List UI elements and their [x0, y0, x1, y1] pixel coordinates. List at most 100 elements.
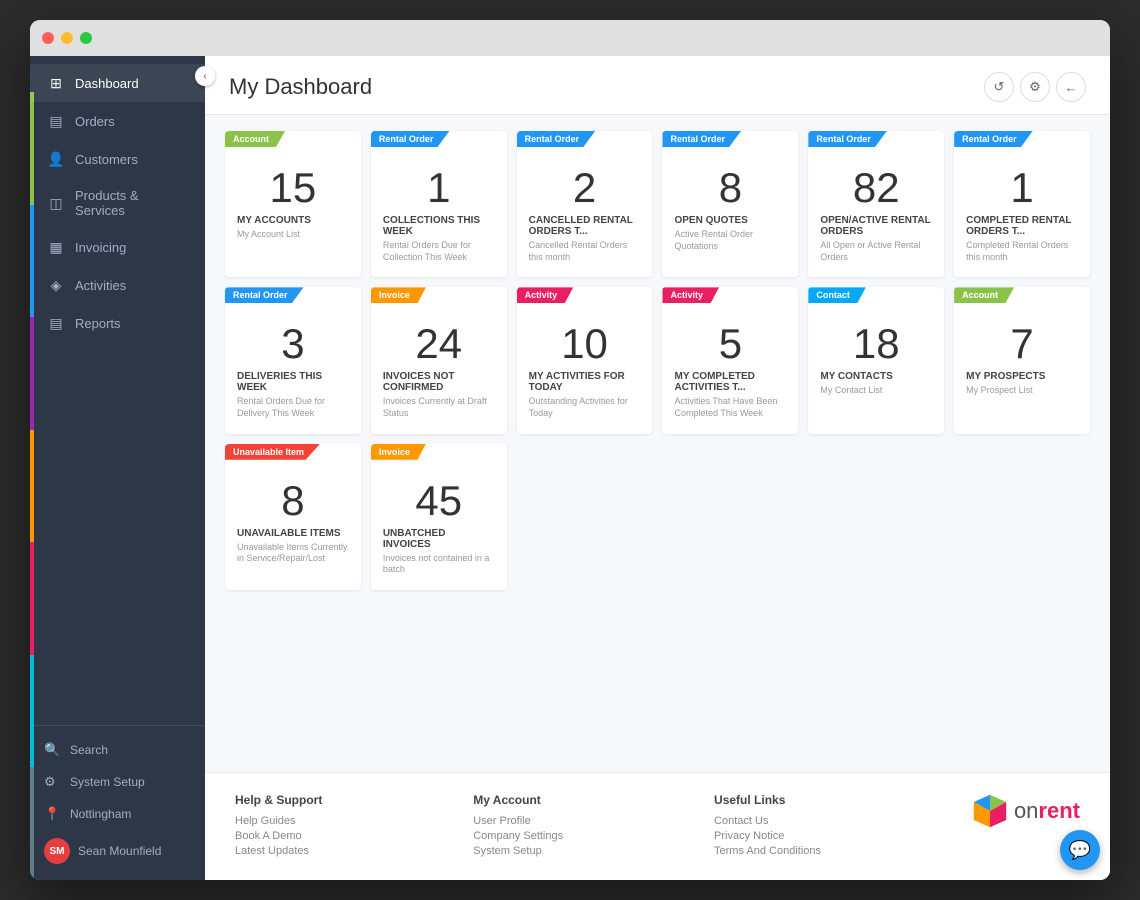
- card-title: MY CONTACTS: [820, 371, 932, 382]
- card-title: MY PROSPECTS: [966, 371, 1078, 382]
- sidebar-item-customers-label: Customers: [75, 152, 138, 167]
- refresh-button[interactable]: ↺: [984, 72, 1014, 102]
- card-subtitle: My Account List: [237, 229, 349, 241]
- card-subtitle: Rental Orders Due for Collection This We…: [383, 240, 495, 263]
- sidebar-collapse-btn[interactable]: ‹: [195, 66, 215, 86]
- logo-on: on: [1014, 798, 1038, 823]
- card-subtitle: Active Rental Order Quotations: [674, 229, 786, 252]
- sidebar-item-dashboard-label: Dashboard: [75, 76, 139, 91]
- footer-contact-us[interactable]: Contact Us: [714, 815, 821, 827]
- maximize-btn[interactable]: [80, 32, 92, 44]
- close-btn[interactable]: [42, 32, 54, 44]
- sidebar-system-setup[interactable]: ⚙ System Setup: [30, 766, 205, 798]
- user-item[interactable]: SM Sean Mounfield: [30, 830, 205, 872]
- minimize-btn[interactable]: [61, 32, 73, 44]
- card-title: UNAVAILABLE ITEMS: [237, 528, 349, 539]
- card-title: COMPLETED RENTAL ORDERS T...: [966, 215, 1078, 237]
- card-number: 1: [383, 167, 495, 209]
- card-badge: Activity: [517, 287, 574, 303]
- card-title: MY ACCOUNTS: [237, 215, 349, 226]
- card-badge: Rental Order: [662, 131, 741, 147]
- card-badge: Contact: [808, 287, 866, 303]
- location-label: Nottingham: [70, 807, 131, 821]
- card-title: OPEN/ACTIVE RENTAL ORDERS: [820, 215, 932, 237]
- card-title: MY ACTIVITIES FOR TODAY: [529, 371, 641, 393]
- card-spacer-1: [662, 444, 798, 590]
- card-row2-0[interactable]: Rental Order 3 DELIVERIES THIS WEEK Rent…: [225, 287, 361, 433]
- settings-button[interactable]: ⚙: [1020, 72, 1050, 102]
- sidebar-item-products[interactable]: ◫ Products & Services: [30, 178, 205, 228]
- sidebar-item-customers[interactable]: 👤 Customers: [30, 140, 205, 178]
- footer-latest-updates[interactable]: Latest Updates: [235, 845, 322, 857]
- logo-text: onrent: [1014, 798, 1080, 824]
- footer-user-profile[interactable]: User Profile: [473, 815, 563, 827]
- user-name: Sean Mounfield: [78, 844, 161, 858]
- color-seg-4: [30, 430, 34, 543]
- sidebar-item-reports-label: Reports: [75, 316, 121, 331]
- page-title: My Dashboard: [229, 74, 372, 100]
- card-row1-0[interactable]: Account 15 MY ACCOUNTS My Account List: [225, 131, 361, 277]
- card-badge: Rental Order: [371, 131, 450, 147]
- card-number: 18: [820, 323, 932, 365]
- card-row1-1[interactable]: Rental Order 1 COLLECTIONS THIS WEEK Ren…: [371, 131, 507, 277]
- back-button[interactable]: ←: [1056, 72, 1086, 102]
- sidebar-item-products-label: Products & Services: [75, 188, 191, 218]
- footer-system-setup[interactable]: System Setup: [473, 845, 563, 857]
- logo-icon: [972, 793, 1008, 829]
- card-row2-1[interactable]: Invoice 24 INVOICES NOT CONFIRMED Invoic…: [371, 287, 507, 433]
- footer-useful: Useful Links Contact Us Privacy Notice T…: [714, 793, 821, 860]
- card-row2-2[interactable]: Activity 10 MY ACTIVITIES FOR TODAY Outs…: [517, 287, 653, 433]
- card-title: OPEN QUOTES: [674, 215, 786, 226]
- card-row2-5[interactable]: Account 7 MY PROSPECTS My Prospect List: [954, 287, 1090, 433]
- sidebar-item-orders[interactable]: ▤ Orders: [30, 102, 205, 140]
- sidebar-location[interactable]: 📍 Nottingham: [30, 798, 205, 830]
- card-number: 8: [237, 480, 349, 522]
- card-subtitle: Invoices Currently at Draft Status: [383, 396, 495, 419]
- sidebar-bottom: 🔍 Search ⚙ System Setup 📍 Nottingham SM …: [30, 725, 205, 880]
- card-subtitle: Unavailable Items Currently in Service/R…: [237, 542, 349, 565]
- footer-terms[interactable]: Terms And Conditions: [714, 845, 821, 857]
- card-number: 5: [674, 323, 786, 365]
- cards-row-3: Unavailable Item 8 UNAVAILABLE ITEMS Una…: [225, 444, 1090, 590]
- main-content: My Dashboard ↺ ⚙ ← Account 15 MY ACCOUNT…: [205, 56, 1110, 880]
- sidebar-search[interactable]: 🔍 Search: [30, 734, 205, 766]
- cards-container: Account 15 MY ACCOUNTS My Account List R…: [205, 115, 1110, 772]
- card-number: 15: [237, 167, 349, 209]
- footer-company-settings[interactable]: Company Settings: [473, 830, 563, 842]
- card-row1-3[interactable]: Rental Order 8 OPEN QUOTES Active Rental…: [662, 131, 798, 277]
- header-actions: ↺ ⚙ ←: [984, 72, 1086, 102]
- footer-privacy[interactable]: Privacy Notice: [714, 830, 821, 842]
- chat-button[interactable]: 💬: [1060, 830, 1100, 870]
- sidebar-item-dashboard[interactable]: ⊞ Dashboard: [30, 64, 205, 102]
- sidebar-item-invoicing[interactable]: ▦ Invoicing: [30, 228, 205, 266]
- location-icon: 📍: [44, 806, 60, 822]
- card-subtitle: My Contact List: [820, 385, 932, 397]
- sidebar-item-invoicing-label: Invoicing: [75, 240, 126, 255]
- reports-icon: ▤: [47, 314, 65, 332]
- footer-book-demo[interactable]: Book A Demo: [235, 830, 322, 842]
- sidebar-nav: ⊞ Dashboard ▤ Orders 👤 Customers ◫ Produ…: [30, 56, 205, 725]
- card-row2-3[interactable]: Activity 5 MY COMPLETED ACTIVITIES T... …: [662, 287, 798, 433]
- card-row3-0[interactable]: Unavailable Item 8 UNAVAILABLE ITEMS Una…: [225, 444, 361, 590]
- sidebar-item-activities[interactable]: ◈ Activities: [30, 266, 205, 304]
- card-badge: Invoice: [371, 444, 426, 460]
- dashboard-icon: ⊞: [47, 74, 65, 92]
- footer-help-guides[interactable]: Help Guides: [235, 815, 322, 827]
- card-number: 45: [383, 480, 495, 522]
- card-spacer-3: [954, 444, 1090, 590]
- system-setup-icon: ⚙: [44, 774, 60, 790]
- card-badge: Rental Order: [517, 131, 596, 147]
- card-row1-2[interactable]: Rental Order 2 CANCELLED RENTAL ORDERS T…: [517, 131, 653, 277]
- sidebar-item-reports[interactable]: ▤ Reports: [30, 304, 205, 342]
- card-number: 1: [966, 167, 1078, 209]
- titlebar: [30, 20, 1110, 56]
- search-icon: 🔍: [44, 742, 60, 758]
- footer-account-heading: My Account: [473, 793, 563, 807]
- cards-row-1: Account 15 MY ACCOUNTS My Account List R…: [225, 131, 1090, 277]
- card-title: DELIVERIES THIS WEEK: [237, 371, 349, 393]
- card-row3-1[interactable]: Invoice 45 UNBATCHED INVOICES Invoices n…: [371, 444, 507, 590]
- card-row2-4[interactable]: Contact 18 MY CONTACTS My Contact List: [808, 287, 944, 433]
- card-row1-4[interactable]: Rental Order 82 OPEN/ACTIVE RENTAL ORDER…: [808, 131, 944, 277]
- footer-logo: onrent: [972, 793, 1080, 829]
- card-row1-5[interactable]: Rental Order 1 COMPLETED RENTAL ORDERS T…: [954, 131, 1090, 277]
